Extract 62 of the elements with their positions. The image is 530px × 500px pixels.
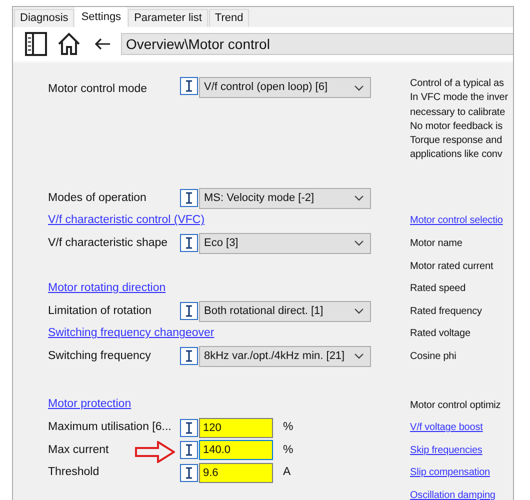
info-label: Cosine phi bbox=[410, 350, 456, 362]
section-link[interactable]: Switching frequency changeover bbox=[48, 325, 214, 342]
dropdown[interactable]: V/f control (open loop) [6] bbox=[199, 77, 371, 98]
field-label: Switching frequency bbox=[48, 348, 152, 364]
tab[interactable]: Diagnosis bbox=[14, 9, 74, 27]
field-label: V/f characteristic shape bbox=[48, 236, 169, 251]
chevron-icon bbox=[354, 195, 364, 202]
info-label: Rated frequency bbox=[410, 306, 482, 317]
info-label: Rated speed bbox=[410, 283, 466, 294]
unit-label: % bbox=[283, 442, 294, 458]
description-line: applications like conv bbox=[410, 148, 504, 162]
info-label: Motor rated current bbox=[410, 260, 494, 272]
info-icon[interactable] bbox=[180, 234, 198, 252]
dropdown[interactable]: Both rotational direct. [1] bbox=[199, 300, 371, 322]
unit-label: % bbox=[283, 420, 294, 436]
back-arrow-icon[interactable] bbox=[95, 38, 111, 50]
info-icon[interactable] bbox=[180, 189, 198, 208]
path-field[interactable]: Overview\Motor control bbox=[121, 33, 513, 55]
dropdown[interactable]: 8kHz var./opt./4kHz min. [21] bbox=[199, 346, 371, 367]
field-label: Modes of operation bbox=[48, 190, 148, 206]
section-link[interactable]: V/f characteristic control (VFC) bbox=[48, 212, 205, 230]
info-icon[interactable] bbox=[180, 77, 198, 95]
info-icon[interactable] bbox=[180, 347, 198, 366]
field-label: Threshold bbox=[48, 465, 100, 480]
info-icon[interactable] bbox=[180, 441, 198, 460]
chevron-icon bbox=[354, 308, 364, 314]
field-label: Maximum utilisation [6... bbox=[48, 420, 172, 436]
topic-link[interactable]: Skip frequencies bbox=[410, 444, 482, 456]
tab[interactable]: Trend bbox=[208, 9, 250, 27]
description-line: In VFC mode the inver bbox=[410, 91, 509, 106]
field-label: Motor control mode bbox=[48, 82, 148, 97]
dropdown[interactable]: Eco [3] bbox=[199, 232, 371, 254]
info-icon[interactable] bbox=[180, 464, 198, 482]
info-label: Rated voltage bbox=[410, 328, 470, 340]
tab[interactable]: Parameter list bbox=[128, 9, 208, 27]
description-line: Torque response and bbox=[410, 134, 504, 148]
field-label: Limitation of rotation bbox=[48, 304, 153, 319]
unit-label: A bbox=[283, 465, 291, 480]
input-field[interactable]: 140.0 bbox=[199, 440, 273, 460]
topic-link[interactable]: Slip compensation bbox=[410, 467, 490, 478]
input-field[interactable]: 9.6 bbox=[199, 462, 273, 483]
info-label: Motor name bbox=[410, 238, 462, 249]
chevron-icon bbox=[354, 240, 364, 246]
description-line: Control of a typical as bbox=[410, 77, 505, 91]
input-field[interactable]: 120 bbox=[199, 418, 273, 438]
home-icon[interactable] bbox=[57, 32, 81, 56]
info-icon[interactable] bbox=[180, 302, 198, 320]
info-label: Motor control optimiz bbox=[410, 400, 501, 411]
dropdown[interactable]: MS: Velocity mode [-2] bbox=[199, 188, 371, 209]
chevron-icon bbox=[354, 353, 364, 360]
tab[interactable]: Settings bbox=[75, 7, 128, 27]
description-line: No motor feedback is bbox=[410, 120, 504, 134]
description-line: necessary to calibrate bbox=[410, 106, 506, 120]
chevron-icon bbox=[354, 84, 364, 90]
section-link[interactable]: Motor protection bbox=[48, 396, 132, 414]
section-link[interactable]: Motor rotating direction bbox=[48, 280, 166, 298]
topic-link[interactable]: Oscillation damping bbox=[410, 490, 496, 500]
sidebar-icon[interactable] bbox=[25, 32, 47, 56]
info-icon[interactable] bbox=[180, 418, 198, 437]
topic-link[interactable]: V/f voltage boost bbox=[410, 422, 483, 434]
field-label: Max current bbox=[48, 442, 110, 458]
topic-link[interactable]: Motor control selectio bbox=[410, 215, 503, 226]
